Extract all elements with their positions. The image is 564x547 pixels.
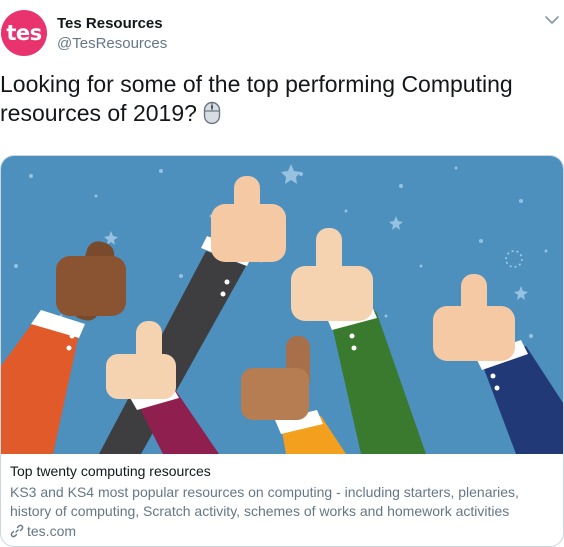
card-image[interactable] xyxy=(1,156,564,454)
tweet-text: Looking for some of the top performing C… xyxy=(0,70,560,128)
link-card[interactable]: Top twenty computing resources KS3 and K… xyxy=(0,155,564,547)
tweet-header: tes Tes Resources @TesResources xyxy=(0,0,564,62)
card-domain-text: tes.com xyxy=(27,523,77,539)
author-name[interactable]: Tes Resources xyxy=(57,15,163,32)
card-domain[interactable]: tes.com xyxy=(10,523,76,539)
avatar-logo-text: tes xyxy=(6,21,42,45)
computer-mouse-icon xyxy=(203,101,221,125)
avatar[interactable]: tes xyxy=(1,10,47,56)
author-handle[interactable]: @TesResources xyxy=(57,35,167,52)
link-icon xyxy=(10,524,24,538)
tweet-text-content: Looking for some of the top performing C… xyxy=(0,71,513,126)
card-description: KS3 and KS4 most popular resources on co… xyxy=(10,484,519,519)
card-title[interactable]: Top twenty computing resources xyxy=(10,463,211,479)
chevron-down-icon[interactable] xyxy=(542,10,562,30)
